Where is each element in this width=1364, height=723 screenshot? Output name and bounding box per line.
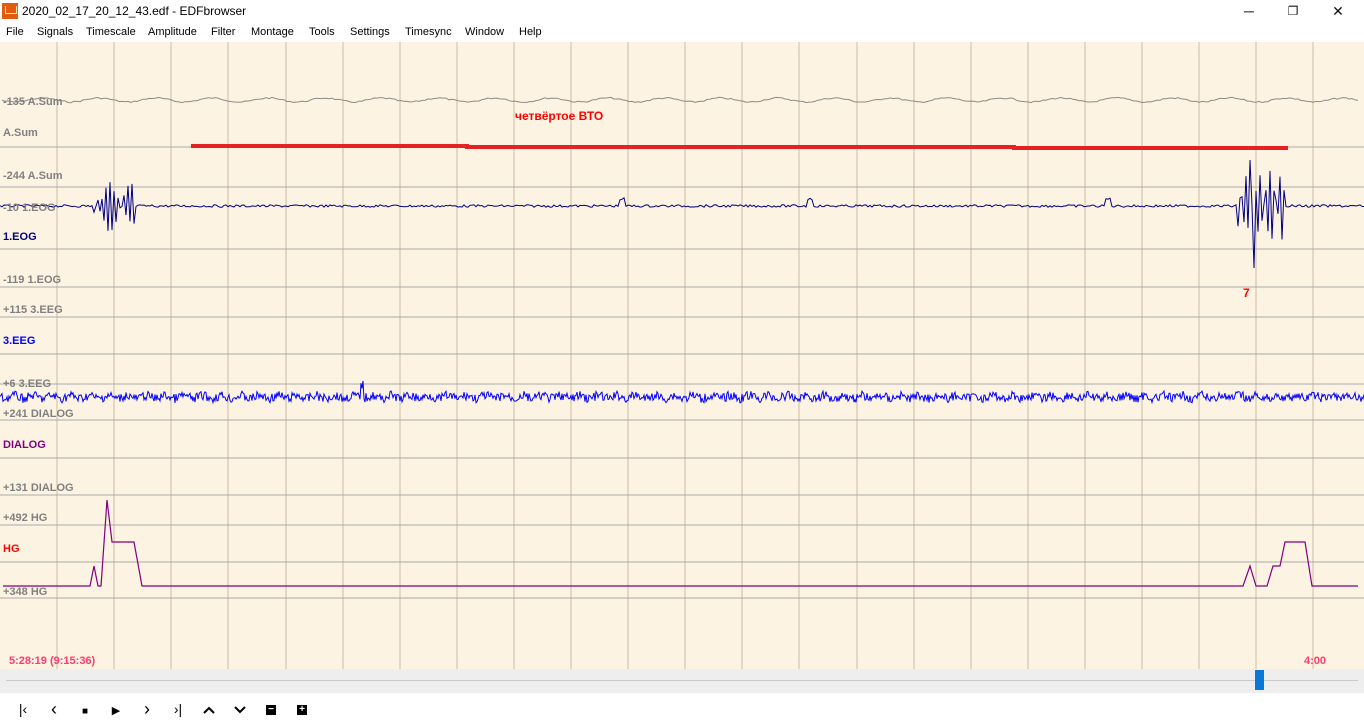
menu-bar: File Signals Timescale Amplitude Filter … — [0, 23, 1364, 42]
signal-top-scale-hg: +492 HG — [3, 512, 47, 524]
scroll-down-button[interactable] — [229, 698, 251, 720]
menu-montage[interactable]: Montage — [251, 26, 294, 38]
signal-bottom-scale-hg: +348 HG — [3, 586, 47, 598]
chevron-down-icon — [234, 706, 246, 714]
annotation-vto[interactable]: четвёртое ВТО — [191, 109, 1288, 150]
scrollbar-thumb[interactable] — [1255, 670, 1264, 690]
play-icon: ▶ — [111, 705, 121, 717]
minus-box-icon: − — [266, 705, 276, 716]
chevron-right-icon: › — [144, 699, 150, 719]
signal-labels: -135 A.Sum A.Sum -244 A.Sum -10 1.EOG 1.EOG -… — [3, 96, 74, 598]
last-page-button[interactable]: ›| — [167, 698, 189, 720]
signal-name-eeg: 3.EEG — [3, 335, 35, 347]
annotation-bar — [191, 144, 1288, 150]
signal-viewer[interactable]: -135 A.Sum A.Sum -244 A.Sum -10 1.EOG 1.EOG -… — [0, 42, 1364, 669]
signal-top-scale-dialog: +241 DIALOG — [3, 408, 74, 420]
scrollbar-track — [6, 680, 1358, 681]
signal-bottom-scale-dialog: +131 DIALOG — [3, 482, 74, 494]
time-scrollbar[interactable] — [0, 669, 1364, 693]
trace-eog — [0, 159, 1364, 269]
time-grid — [56, 42, 1314, 669]
next-page-button[interactable]: › — [136, 698, 158, 720]
time-end-label: 4:00 — [1304, 655, 1326, 667]
zoom-in-button[interactable]: + — [291, 698, 313, 720]
menu-tools[interactable]: Tools — [309, 26, 335, 38]
window-title: 2020_02_17_20_12_43.edf - EDFbrowser — [22, 4, 247, 18]
first-page-button[interactable]: |‹ — [12, 698, 34, 720]
trace-asum — [1, 96, 1359, 104]
signal-name-hg: HG — [3, 543, 20, 555]
menu-timesync[interactable]: Timesync — [405, 26, 452, 38]
edfbrowser-app-icon — [2, 3, 18, 19]
close-button[interactable]: ✕ — [1315, 0, 1361, 23]
signal-bottom-scale-asum: -244 A.Sum — [3, 170, 63, 182]
signal-bottom-scale-eeg: +6 3.EEG — [3, 378, 51, 390]
signal-name-asum: A.Sum — [3, 127, 38, 139]
play-button[interactable]: ▶ — [105, 698, 127, 720]
event-marker: 7 — [1243, 286, 1250, 300]
menu-window[interactable]: Window — [465, 26, 504, 38]
previous-page-button[interactable]: ‹ — [43, 698, 65, 720]
title-bar: 2020_02_17_20_12_43.edf - EDFbrowser ─ ❐… — [0, 0, 1364, 23]
chevron-up-icon — [203, 706, 215, 715]
time-start-label: 5:28:19 (9:15:36) — [9, 655, 96, 667]
menu-help[interactable]: Help — [519, 26, 542, 38]
menu-settings[interactable]: Settings — [350, 26, 390, 38]
scroll-up-button[interactable] — [198, 698, 220, 720]
skip-to-start-icon: |‹ — [18, 701, 28, 717]
menu-filter[interactable]: Filter — [211, 26, 235, 38]
signal-top-scale-asum: -135 A.Sum — [3, 96, 63, 108]
signal-canvas[interactable]: -135 A.Sum A.Sum -244 A.Sum -10 1.EOG 1.EOG -… — [0, 42, 1364, 669]
menu-signals[interactable]: Signals — [37, 26, 73, 38]
stop-icon: ■ — [81, 706, 89, 717]
signal-top-scale-eeg: +115 3.EEG — [3, 304, 63, 316]
navigation-toolbar: |‹ ‹ ■ ▶ › ›| − + — [0, 693, 1364, 723]
skip-to-end-icon: ›| — [173, 701, 183, 717]
stop-button[interactable]: ■ — [74, 698, 96, 720]
signal-baselines — [0, 146, 1364, 599]
menu-amplitude[interactable]: Amplitude — [148, 26, 197, 38]
chevron-left-icon: ‹ — [51, 699, 57, 719]
signal-name-eog: 1.EOG — [3, 231, 37, 243]
menu-timescale[interactable]: Timescale — [86, 26, 136, 38]
menu-file[interactable]: File — [6, 26, 24, 38]
signal-top-scale-eog: -10 1.EOG — [3, 202, 56, 214]
zoom-out-button[interactable]: − — [260, 698, 282, 720]
signal-bottom-scale-eog: -119 1.EOG — [3, 274, 61, 286]
maximize-button[interactable]: ❐ — [1270, 0, 1316, 23]
minimize-button[interactable]: ─ — [1226, 0, 1272, 23]
signal-name-dialog: DIALOG — [3, 439, 46, 451]
plus-box-icon: + — [297, 705, 307, 716]
annotation-label: четвёртое ВТО — [515, 109, 603, 123]
signal-traces — [0, 96, 1364, 587]
trace-hg — [3, 499, 1358, 587]
